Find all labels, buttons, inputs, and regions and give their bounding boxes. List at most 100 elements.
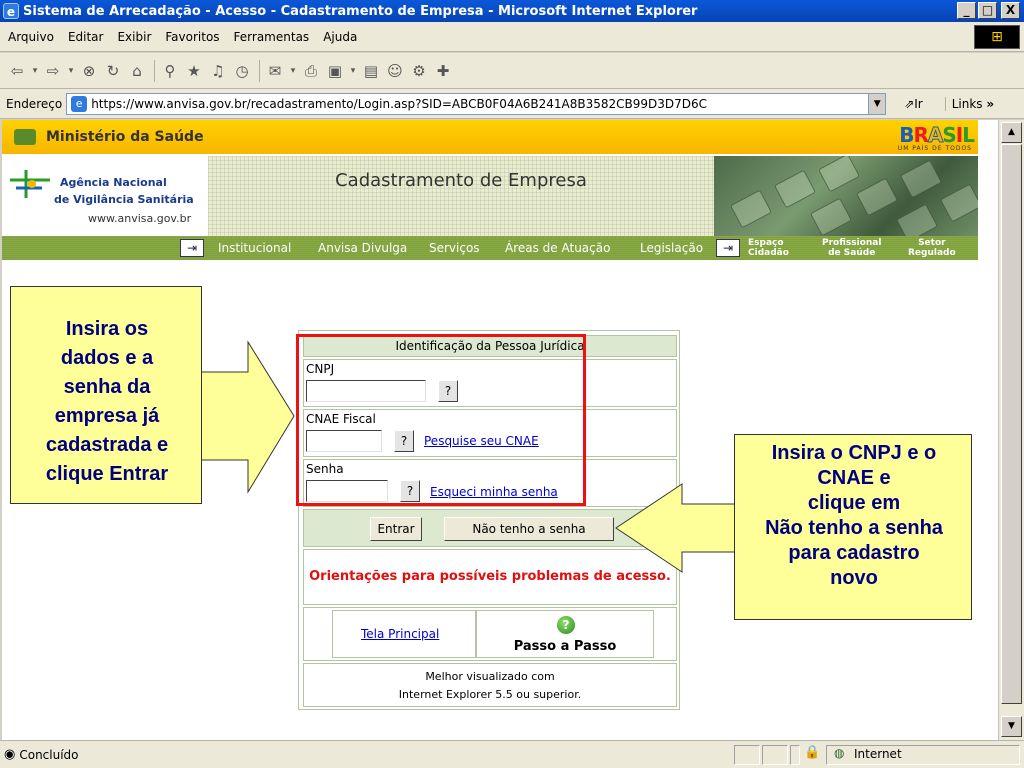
keyboard-key — [939, 183, 978, 223]
toolbar: ⇦ ▾ ⇨ ▾ ⊗ ↻ ⌂ ⚲ ★ ♫ ◷ ✉ ▾ ⎙ ▣ ▾ ▤ ☺ ⚙ ✚ — [0, 53, 1024, 89]
menu-ferramentas[interactable]: Ferramentas — [234, 30, 310, 44]
agency-name-line1: Agência Nacional — [60, 176, 167, 189]
page-banner: Cadastramento de Empresa — [208, 156, 714, 236]
minimize-button[interactable]: _ — [957, 2, 976, 19]
go-button[interactable]: ⇗Ir — [904, 97, 923, 111]
keyboard-key — [899, 159, 943, 199]
nav-legislacao[interactable]: Legislação — [640, 241, 703, 255]
agency-url: www.anvisa.gov.br — [88, 212, 192, 225]
address-bar: Endereço e https://www.anvisa.gov.br/rec… — [0, 89, 1024, 119]
scroll-down-icon[interactable]: ▼ — [1001, 716, 1022, 737]
menu-ajuda[interactable]: Ajuda — [323, 30, 357, 44]
right-callout: Insira o CNPJ e o CNAE e clique em Não t… — [734, 434, 972, 620]
step-by-step-cell[interactable]: ? Passo a Passo — [476, 610, 654, 658]
nav-setor-line1: Setor — [918, 238, 946, 248]
nav-espaco-cidadao[interactable]: Espaço Cidadão — [748, 238, 789, 258]
enter-button[interactable]: Entrar — [370, 517, 422, 541]
keyboard-key — [809, 197, 853, 236]
edit-icon[interactable]: ▣ — [324, 60, 346, 82]
status-cell — [790, 744, 800, 765]
mail-dropdown-icon[interactable]: ▾ — [288, 60, 298, 82]
zone-text: Internet — [854, 747, 902, 761]
window-title-bar[interactable]: e Sistema de Arrecadação - Acesso - Cada… — [0, 0, 1024, 22]
vertical-scrollbar[interactable]: ▲ ▼ — [998, 120, 1024, 740]
links-button[interactable]: Links » — [944, 96, 995, 111]
print-icon[interactable]: ⎙ — [300, 60, 322, 82]
search-icon[interactable]: ⚲ — [159, 60, 181, 82]
scroll-up-icon[interactable]: ▲ — [1001, 122, 1022, 143]
menu-editar[interactable]: Editar — [68, 30, 104, 44]
stop-icon[interactable]: ⊗ — [78, 60, 100, 82]
maximize-button[interactable]: □ — [978, 2, 997, 19]
keyboard-key — [895, 203, 939, 236]
scroll-thumb[interactable] — [1001, 144, 1022, 704]
keyboard-photo — [714, 156, 978, 236]
favorites-icon[interactable]: ★ — [183, 60, 205, 82]
tools-icon[interactable]: ✚ — [432, 60, 454, 82]
page-done-icon: ◉ — [4, 747, 16, 762]
nav-profissional-line1: Profissional — [822, 238, 882, 248]
nav-profissional-de-saude[interactable]: Profissional de Saúde — [822, 238, 881, 258]
site-nav-bar: ⇥ Institucional Anvisa Divulga Serviços … — [2, 236, 978, 260]
menu-bar: Arquivo Editar Exibir Favoritos Ferramen… — [0, 22, 1024, 52]
nav-institucional[interactable]: Institucional — [218, 241, 291, 255]
toolbar-separator — [259, 59, 260, 82]
nav-setor-line2: Regulado — [908, 248, 956, 258]
messenger-icon[interactable]: ☺ — [384, 60, 406, 82]
nav-servicos[interactable]: Serviços — [429, 241, 480, 255]
keyboard-key — [855, 177, 899, 217]
forward-icon[interactable]: ⇨ — [42, 60, 64, 82]
nav-door-icon: ⇥ — [716, 239, 740, 257]
history-icon[interactable]: ◷ — [231, 60, 253, 82]
address-input[interactable]: e https://www.anvisa.gov.br/recadastrame… — [66, 92, 887, 115]
menu-arquivo[interactable]: Arquivo — [8, 30, 54, 44]
nav-profissional-line2: de Saúde — [828, 248, 876, 258]
nav-espaco-line1: Espaço — [748, 238, 784, 248]
status-cell — [762, 744, 788, 765]
go-label: Ir — [914, 96, 923, 111]
address-url[interactable]: https://www.anvisa.gov.br/recadastrament… — [91, 97, 707, 111]
nav-setor-regulado[interactable]: Setor Regulado — [908, 238, 956, 258]
media-icon[interactable]: ♫ — [207, 60, 229, 82]
nav-espaco-line2: Cidadão — [748, 248, 789, 258]
research-icon[interactable]: ⚙ — [408, 60, 430, 82]
window-title: Sistema de Arrecadação - Acesso - Cadast… — [23, 3, 698, 19]
status-text: Concluído — [19, 747, 79, 762]
home-icon[interactable]: ⌂ — [126, 60, 148, 82]
forward-dropdown-icon[interactable]: ▾ — [66, 60, 76, 82]
best-viewed-line1: Melhor visualizado com — [425, 670, 555, 683]
ministry-title[interactable]: Ministério da Saúde — [46, 129, 204, 145]
chevron-right-icon: » — [986, 96, 995, 111]
brasil-slogan: UM PAÍS DE TODOS — [897, 145, 972, 152]
left-callout: Insira os dados e a senha da empresa já … — [10, 286, 202, 504]
page-icon: e — [71, 95, 88, 112]
home-link[interactable]: Tela Principal — [361, 627, 439, 641]
back-dropdown-icon[interactable]: ▾ — [30, 60, 40, 82]
address-dropdown-icon[interactable]: ▼ — [868, 93, 886, 114]
agency-name-line2: de Vigilância Sanitária — [54, 193, 194, 206]
menu-favoritos[interactable]: Favoritos — [165, 30, 219, 44]
ministry-logo-icon — [14, 129, 36, 145]
button-row: Entrar Não tenho a senha — [303, 509, 677, 547]
brasil-logo: BRASIL — [899, 123, 975, 148]
best-viewed-row: Melhor visualizado com Internet Explorer… — [303, 663, 677, 707]
mail-icon[interactable]: ✉ — [264, 60, 286, 82]
back-icon[interactable]: ⇦ — [6, 60, 28, 82]
best-viewed-line2: Internet Explorer 5.5 ou superior. — [398, 688, 582, 701]
ministry-bar: Ministério da Saúde BRASIL UM PAÍS DE TO… — [2, 120, 978, 154]
edit-dropdown-icon[interactable]: ▾ — [348, 60, 358, 82]
close-button[interactable]: X — [1001, 2, 1020, 19]
lock-icon: 🔒 — [804, 745, 821, 760]
nav-areas-de-atuacao[interactable]: Áreas de Atuação — [505, 241, 610, 255]
access-problems-link[interactable]: Orientações para possíveis problemas de … — [304, 569, 676, 584]
anvisa-logo[interactable]: Agência Nacional de Vigilância Sanitária… — [2, 156, 208, 236]
banner-title: Cadastramento de Empresa — [335, 170, 587, 191]
discuss-icon[interactable]: ▤ — [360, 60, 382, 82]
links-label: Links — [951, 96, 983, 111]
refresh-icon[interactable]: ↻ — [102, 60, 124, 82]
menu-exibir[interactable]: Exibir — [117, 30, 151, 44]
no-password-button[interactable]: Não tenho a senha — [444, 517, 614, 541]
nav-anvisa-divulga[interactable]: Anvisa Divulga — [318, 241, 407, 255]
keyboard-key — [773, 169, 817, 209]
anvisa-logo-icon — [10, 170, 50, 198]
